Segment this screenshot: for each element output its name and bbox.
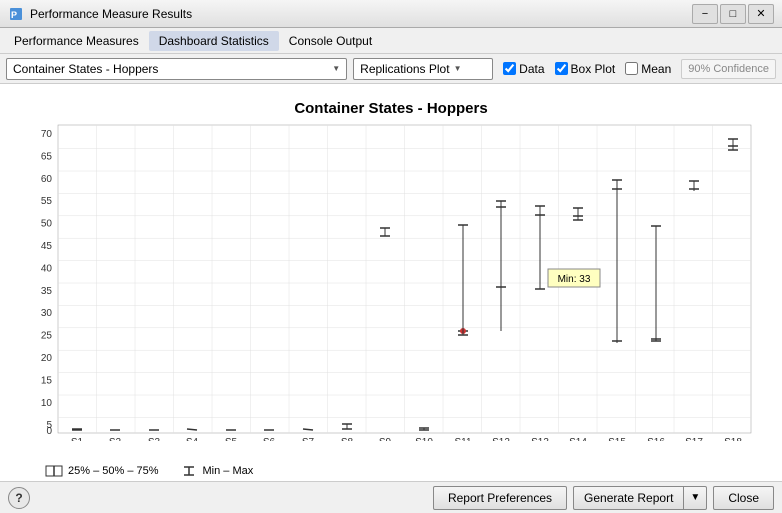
bottom-bar: ? Report Preferences Generate Report ▼ C… xyxy=(0,481,782,513)
svg-text:60: 60 xyxy=(41,174,53,185)
window-title: Performance Measure Results xyxy=(30,7,692,21)
generate-report-button[interactable]: Generate Report xyxy=(573,486,683,510)
legend-quartile-label: 25% – 50% – 75% xyxy=(68,465,159,477)
legend-minmax-icon xyxy=(179,465,199,477)
data-checkbox-text: Data xyxy=(519,62,544,76)
svg-text:S14: S14 xyxy=(569,437,587,441)
box-plot-checkbox-text: Box Plot xyxy=(571,62,616,76)
minimize-button[interactable]: − xyxy=(692,4,718,24)
legend-bar: 25% – 50% – 75% Min – Max xyxy=(0,461,782,481)
legend-quartile-icon xyxy=(44,465,64,477)
svg-text:S11: S11 xyxy=(454,437,471,441)
legend-minmax-label: Min – Max xyxy=(203,465,254,477)
svg-text:S8: S8 xyxy=(341,437,354,441)
svg-text:40: 40 xyxy=(41,263,53,274)
svg-text:S7: S7 xyxy=(302,437,315,441)
metric-dropdown[interactable]: Container States - Hoppers ▼ xyxy=(6,58,347,80)
svg-text:Min: 33: Min: 33 xyxy=(558,274,591,285)
data-checkbox[interactable] xyxy=(503,62,516,75)
plot-dropdown[interactable]: Replications Plot ▼ xyxy=(353,58,493,80)
chart-title-area: Container States - Hoppers xyxy=(0,84,782,121)
svg-text:S2: S2 xyxy=(109,437,122,441)
window-controls: − □ ✕ xyxy=(692,4,774,24)
close-button[interactable]: Close xyxy=(713,486,774,510)
svg-text:65: 65 xyxy=(41,151,53,162)
report-preferences-button[interactable]: Report Preferences xyxy=(433,486,567,510)
svg-text:50: 50 xyxy=(41,219,53,230)
svg-text:S18: S18 xyxy=(724,437,742,441)
legend-minmax: Min – Max xyxy=(179,465,254,477)
svg-text:45: 45 xyxy=(41,241,53,252)
svg-text:35: 35 xyxy=(41,286,53,297)
svg-text:S1: S1 xyxy=(71,437,84,441)
box-plot-checkbox[interactable] xyxy=(555,62,568,75)
metric-dropdown-arrow: ▼ xyxy=(332,64,340,73)
title-bar: P Performance Measure Results − □ ✕ xyxy=(0,0,782,28)
mean-checkbox-text: Mean xyxy=(641,62,671,76)
svg-text:55: 55 xyxy=(41,196,53,207)
svg-text:10: 10 xyxy=(41,398,53,409)
plot-dropdown-arrow: ▼ xyxy=(454,64,462,73)
window-close-button[interactable]: ✕ xyxy=(748,4,774,24)
svg-text:15: 15 xyxy=(41,375,53,386)
svg-text:S5: S5 xyxy=(225,437,238,441)
generate-report-group: Generate Report ▼ xyxy=(573,486,707,510)
menu-performance-measures[interactable]: Performance Measures xyxy=(4,31,149,51)
svg-text:S4: S4 xyxy=(186,437,199,441)
svg-text:20: 20 xyxy=(41,353,53,364)
svg-text:S17: S17 xyxy=(685,437,703,441)
menu-console-output[interactable]: Console Output xyxy=(279,31,382,51)
legend-quartile: 25% – 50% – 75% xyxy=(44,465,159,477)
data-checkbox-label[interactable]: Data xyxy=(503,62,544,76)
svg-text:S12: S12 xyxy=(492,437,510,441)
svg-text:S13: S13 xyxy=(531,437,549,441)
box-plot-checkbox-label[interactable]: Box Plot xyxy=(555,62,616,76)
mean-checkbox[interactable] xyxy=(625,62,638,75)
svg-text:30: 30 xyxy=(41,308,53,319)
chart-title: Container States - Hoppers xyxy=(0,92,782,121)
confidence-label: 90% Confidence xyxy=(681,59,776,79)
toolbar: Container States - Hoppers ▼ Replication… xyxy=(0,54,782,84)
svg-text:70: 70 xyxy=(41,129,53,140)
svg-text:25: 25 xyxy=(41,331,53,342)
metric-dropdown-value: Container States - Hoppers xyxy=(13,62,328,76)
maximize-button[interactable]: □ xyxy=(720,4,746,24)
help-button[interactable]: ? xyxy=(8,487,30,509)
plot-dropdown-value: Replications Plot xyxy=(360,62,449,76)
mean-checkbox-label[interactable]: Mean xyxy=(625,62,671,76)
app-icon: P xyxy=(8,6,24,22)
svg-text:S3: S3 xyxy=(148,437,161,441)
svg-text:S10: S10 xyxy=(415,437,433,441)
svg-text:S6: S6 xyxy=(263,437,276,441)
svg-text:S9: S9 xyxy=(379,437,392,441)
chart-svg: 70 65 60 55 50 45 40 35 30 25 20 15 10 5… xyxy=(26,121,756,441)
generate-report-dropdown-arrow[interactable]: ▼ xyxy=(683,486,707,510)
svg-text:S16: S16 xyxy=(647,437,665,441)
svg-text:P: P xyxy=(11,10,17,20)
menu-dashboard-statistics[interactable]: Dashboard Statistics xyxy=(149,31,279,51)
menu-bar: Performance Measures Dashboard Statistic… xyxy=(0,28,782,54)
checkbox-group: Data Box Plot Mean 90% Confidence xyxy=(503,59,776,79)
svg-text:0: 0 xyxy=(46,426,52,437)
chart-area: 70 65 60 55 50 45 40 35 30 25 20 15 10 5… xyxy=(0,121,782,461)
svg-text:S15: S15 xyxy=(608,437,626,441)
